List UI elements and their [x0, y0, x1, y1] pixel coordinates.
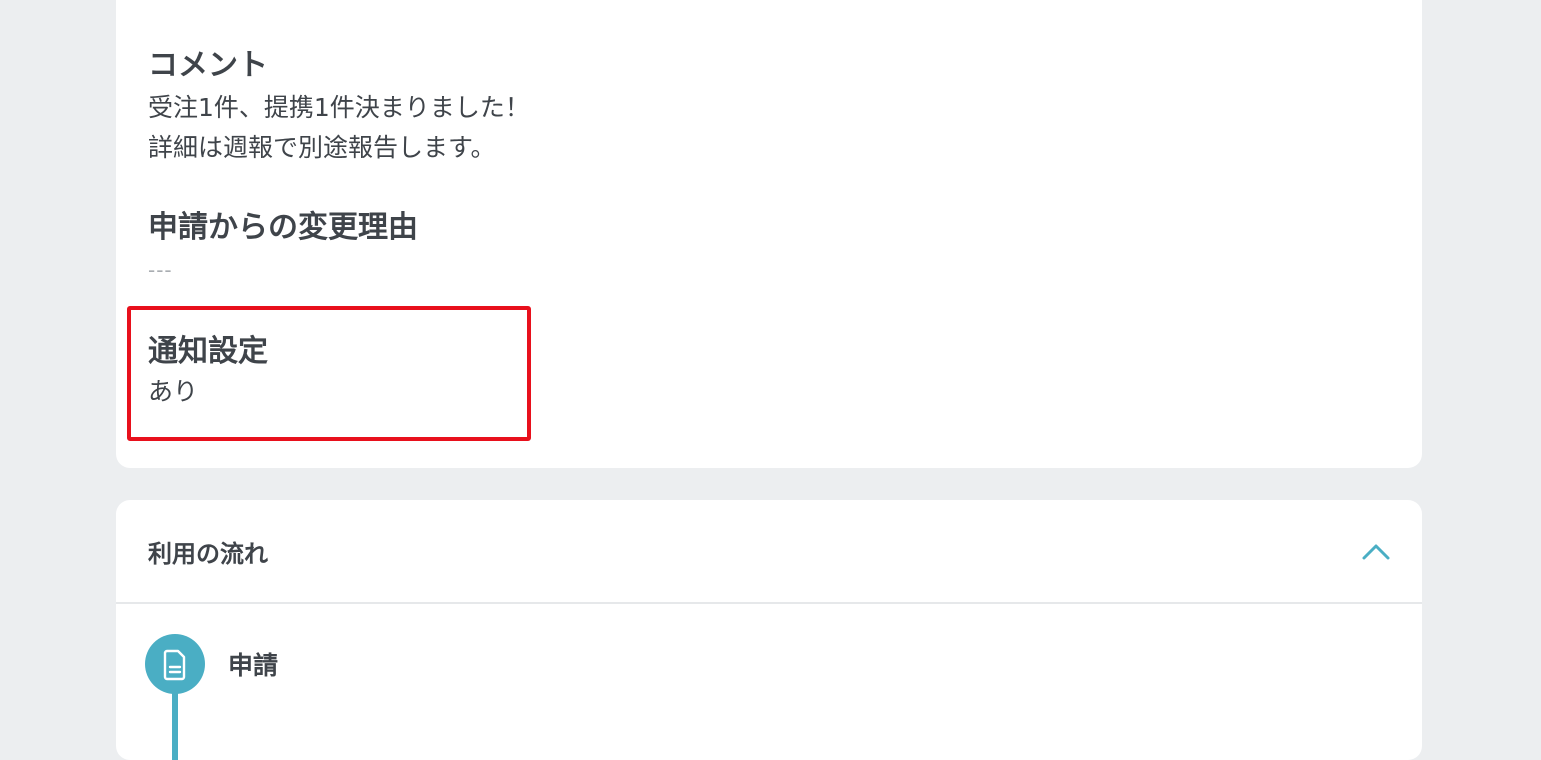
comment-line-2: 詳細は週報で別途報告します。: [148, 133, 496, 162]
document-icon: [163, 649, 186, 681]
comment-line-1: 受注1件、提携1件決まりました！: [148, 93, 530, 122]
comment-heading: コメント: [148, 48, 268, 83]
notification-value: あり: [148, 377, 199, 406]
flow-step-marker: [145, 634, 205, 694]
flow-title: 利用の流れ: [148, 540, 268, 568]
notification-heading: 通知設定: [148, 334, 268, 369]
flow-step-connector: [172, 692, 178, 760]
change-reason-heading: 申請からの変更理由: [148, 210, 418, 245]
flow-step-label: 申請: [228, 651, 279, 680]
flow-header[interactable]: 利用の流れ: [116, 500, 1422, 604]
chevron-up-icon[interactable]: [1360, 536, 1392, 568]
change-reason-value: ---: [148, 258, 173, 282]
flow-card: 利用の流れ 申請: [116, 500, 1422, 760]
